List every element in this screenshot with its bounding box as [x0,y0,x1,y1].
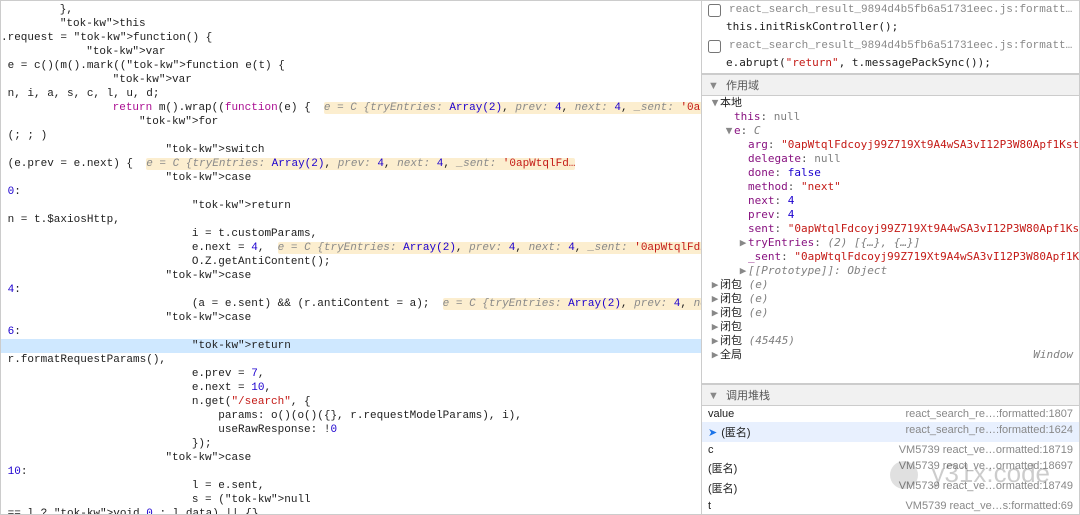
callstack-location: react_search_re…:formatted:1807 [905,408,1073,420]
callstack-section: ▼ 调用堆栈 value react_search_re…:formatted:… [702,383,1079,514]
scope-prop-done[interactable]: done: false [702,166,1079,180]
scope-local[interactable]: ▼本地 [702,96,1079,110]
devtools-window: }, "tok-kw">this.request = "tok-kw">func… [0,0,1080,515]
callstack-header-label: 调用堆栈 [726,390,770,402]
callstack-location: VM5739 react_ve…ormatted:18749 [899,480,1073,496]
callstack-location: VM5739 react_ve…ormatted:18697 [899,460,1073,476]
scope-prop-sent[interactable]: sent: "0apWtqlFdcoyj99Z719Xt9A4wSA3vI12P… [702,222,1079,236]
scope-prop-method[interactable]: method: "next" [702,180,1079,194]
callstack-row[interactable]: (匿名) VM5739 react_ve…ormatted:18749 [702,478,1079,498]
breakpoint-file: react_search_result_9894d4b5fb6a51731eec… [729,40,1073,52]
source-code[interactable]: }, "tok-kw">this.request = "tok-kw">func… [1,1,701,514]
scope-var-e[interactable]: ▼e: C [702,124,1079,138]
scope-closure[interactable]: ▶闭包 (e) [702,292,1079,306]
scope-prop-arg[interactable]: arg: "0apWtqlFdcoyj99Z719Xt9A4wSA3vI12P3… [702,138,1079,152]
scope-tree[interactable]: ▼本地this: null▼e: Carg: "0apWtqlFdcoyj99Z… [702,96,1079,383]
source-pane[interactable]: }, "tok-kw">this.request = "tok-kw">func… [1,1,701,514]
current-execution-line[interactable]: "tok-kw">return [1,339,701,353]
callstack-row[interactable]: ➤(匿名) react_search_re…:formatted:1624 [702,422,1079,442]
breakpoint-checkbox[interactable] [708,40,721,53]
callstack-row[interactable]: c VM5739 react_ve…ormatted:18719 [702,442,1079,458]
scope-closure[interactable]: ▶闭包 (e) [702,278,1079,292]
scope-this[interactable]: this: null [702,110,1079,124]
callstack-location: VM5739 react_ve…ormatted:18719 [899,444,1073,456]
scope-closure[interactable]: ▶闭包 [702,320,1079,334]
callstack-header[interactable]: ▼ 调用堆栈 [702,384,1079,406]
scope-header[interactable]: ▼ 作用域 [702,74,1079,96]
breakpoint-checkbox[interactable] [708,4,721,17]
scope-prop-prev[interactable]: prev: 4 [702,208,1079,222]
breakpoint-row[interactable]: react_search_result_9894d4b5fb6a51731eec… [702,1,1079,17]
scope-prop-tryEntries[interactable]: ▶tryEntries: (2) [{…}, {…}] [702,236,1079,250]
scope-global[interactable]: ▶全局Window [702,348,1079,362]
callstack-row[interactable]: (匿名) VM5739 react_ve…ormatted:18697 [702,458,1079,478]
breakpoint-file: react_search_result_9894d4b5fb6a51731eec… [729,4,1073,16]
breakpoint-source: e.abrupt("return", t.messagePackSync()); [708,56,991,69]
scope-prop-_sent[interactable]: _sent: "0apWtqlFdcoyj99Z719Xt9A4wSA3vI12… [702,250,1079,264]
scope-closure[interactable]: ▶闭包 (45445) [702,334,1079,348]
callstack-location: VM5739 react_ve…s:formatted:69 [905,500,1073,512]
callstack-row[interactable]: t VM5739 react_ve…s:formatted:69 [702,498,1079,514]
scope-prop-prototype[interactable]: ▶[[Prototype]]: Object [702,264,1079,278]
current-frame-icon: ➤ [708,427,717,439]
debugger-sidebar: react_search_result_9894d4b5fb6a51731eec… [701,1,1079,514]
chevron-down-icon: ▼ [708,80,719,92]
breakpoint-source: this.initRiskController(); [708,20,898,33]
breakpoints-section: react_search_result_9894d4b5fb6a51731eec… [702,1,1079,74]
breakpoint-row[interactable]: react_search_result_9894d4b5fb6a51731eec… [702,37,1079,53]
scope-prop-delegate[interactable]: delegate: null [702,152,1079,166]
callstack-location: react_search_re…:formatted:1624 [905,424,1073,440]
scope-header-label: 作用域 [726,80,759,92]
callstack-row[interactable]: value react_search_re…:formatted:1807 [702,406,1079,422]
scope-closure[interactable]: ▶闭包 (e) [702,306,1079,320]
scope-prop-next[interactable]: next: 4 [702,194,1079,208]
chevron-down-icon: ▼ [708,390,719,402]
